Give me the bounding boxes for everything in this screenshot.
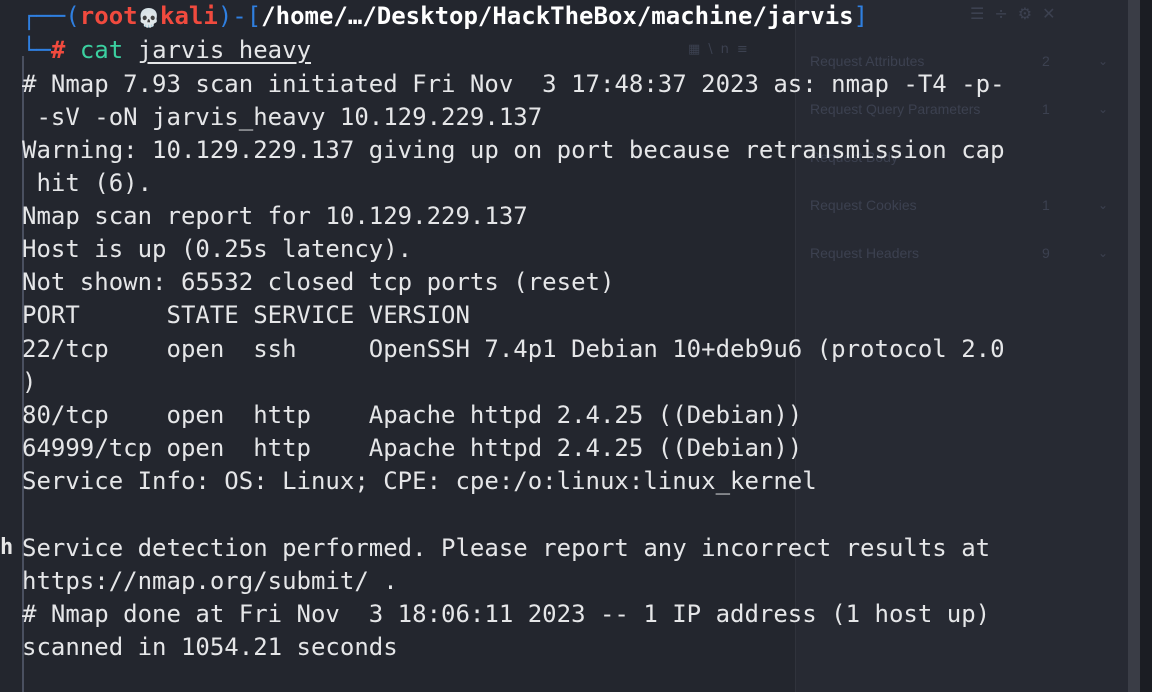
output-line: 64999/tcp open http Apache httpd 2.4.25 … xyxy=(22,434,803,462)
output-line: # Nmap 7.93 scan initiated Fri Nov 3 17:… xyxy=(22,70,1005,98)
output-line: Host is up (0.25s latency). xyxy=(22,235,413,263)
prompt-user: root xyxy=(79,2,138,30)
output-line: # Nmap done at Fri Nov 3 18:06:11 2023 -… xyxy=(22,600,991,628)
prompt-host: kali xyxy=(160,2,218,30)
skull-icon: 💀 xyxy=(137,8,161,29)
screen: Request Attributes 2 ⌄ Request Query Par… xyxy=(0,0,1152,692)
window-edge xyxy=(1140,0,1152,692)
output-line: Nmap scan report for 10.129.229.137 xyxy=(22,202,528,230)
output-line: hit (6). xyxy=(22,169,153,197)
prompt-hash: # xyxy=(50,36,66,64)
output-line: ) xyxy=(22,368,37,396)
output-line: 22/tcp open ssh OpenSSH 7.4p1 Debian 10+… xyxy=(22,335,1005,363)
prompt-path: /home/…/Desktop/HackTheBox/machine/jarvi… xyxy=(261,2,854,30)
output-line: Service Info: OS: Linux; CPE: cpe:/o:lin… xyxy=(22,467,817,495)
prompt-argument: jarvis_heavy xyxy=(137,36,312,64)
output-line: Service detection performed. Please repo… xyxy=(22,534,991,562)
output-line: PORT STATE SERVICE VERSION xyxy=(22,301,470,329)
output-line: 80/tcp open http Apache httpd 2.4.25 ((D… xyxy=(22,401,803,429)
prompt-mid: )-[ xyxy=(217,2,262,30)
prompt-line-2: └─# cat jarvis_heavy xyxy=(22,34,311,67)
prompt-command: cat xyxy=(79,36,124,64)
output-line: Not shown: 65532 closed tcp ports (reset… xyxy=(22,268,615,296)
output-line: scanned in 1054.21 seconds xyxy=(22,633,398,661)
output-line: -sV -oN jarvis_heavy 10.129.229.137 xyxy=(22,103,543,131)
prompt-open: ┌──( xyxy=(22,2,80,30)
prompt-close: ] xyxy=(853,2,869,30)
prompt-line-1: ┌──(root💀kali)-[/home/…/Desktop/HackTheB… xyxy=(22,0,868,33)
output-line: https://nmap.org/submit/ . xyxy=(22,567,398,595)
left-fragment-text: h xyxy=(0,535,14,560)
terminal-output[interactable]: ┌──(root💀kali)-[/home/…/Desktop/HackTheB… xyxy=(22,0,1122,692)
terminal-scrollbar[interactable] xyxy=(1128,0,1140,692)
prompt-line2-prefix: └─ xyxy=(22,36,51,64)
output-line: Warning: 10.129.229.137 giving up on por… xyxy=(22,136,1005,164)
